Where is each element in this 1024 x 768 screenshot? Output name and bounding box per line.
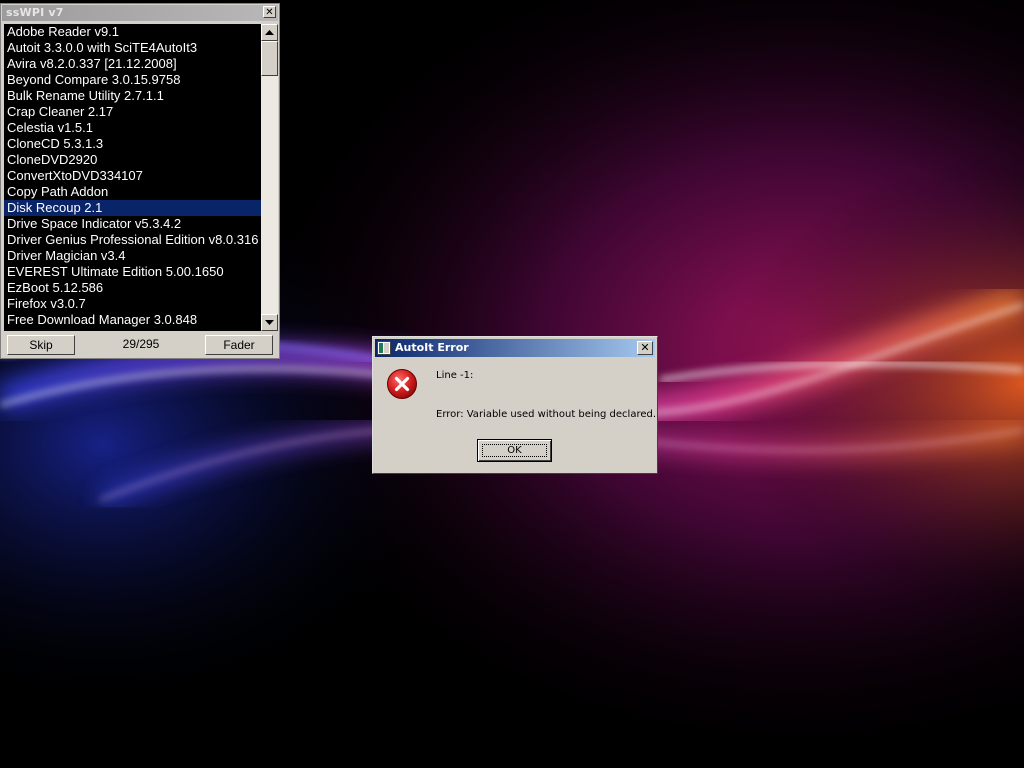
autoit-app-icon: [377, 341, 391, 355]
list-item[interactable]: Driver Genius Professional Edition v8.0.…: [4, 232, 261, 248]
list-item[interactable]: Avira v8.2.0.337 [21.12.2008]: [4, 56, 261, 72]
list-item[interactable]: ConvertXtoDVD334107: [4, 168, 261, 184]
sswpi-window: ssWPI v7 ✕ Adobe Reader v9.1 Autoit 3.3.0…: [0, 3, 280, 359]
error-x-icon: [387, 369, 417, 399]
sswpi-titlebar[interactable]: ssWPI v7 ✕: [2, 5, 278, 21]
dialog-title: AutoIt Error: [395, 341, 469, 354]
close-icon[interactable]: ✕: [637, 341, 653, 355]
error-line-label: Line -1:: [436, 370, 474, 381]
list-item[interactable]: Free Download Manager 3.0.848: [4, 312, 261, 328]
list-item[interactable]: Beyond Compare 3.0.15.9758: [4, 72, 261, 88]
list-scrollbar[interactable]: [261, 24, 278, 331]
close-icon[interactable]: ✕: [263, 6, 276, 18]
window-title: ssWPI v7: [6, 6, 64, 19]
list-item[interactable]: Autoit 3.3.0.0 with SciTE4AutoIt3: [4, 40, 261, 56]
fader-button[interactable]: Fader: [205, 335, 273, 355]
focus-rectangle: [482, 444, 547, 457]
list-item[interactable]: CloneDVD2920: [4, 152, 261, 168]
arrow-down-icon: [265, 320, 274, 325]
skip-button[interactable]: Skip: [7, 335, 75, 355]
dialog-titlebar[interactable]: AutoIt Error ✕: [375, 339, 655, 357]
application-list[interactable]: Adobe Reader v9.1 Autoit 3.3.0.0 with Sci…: [4, 24, 261, 331]
error-message: Error: Variable used without being decla…: [436, 409, 657, 420]
list-item[interactable]: Copy Path Addon: [4, 184, 261, 200]
list-item[interactable]: Celestia v1.5.1: [4, 120, 261, 136]
list-item[interactable]: Drive Space Indicator v5.3.4.2: [4, 216, 261, 232]
list-item[interactable]: Driver Magician v3.4: [4, 248, 261, 264]
list-item[interactable]: EzBoot 5.12.586: [4, 280, 261, 296]
list-item[interactable]: Crap Cleaner 2.17: [4, 104, 261, 120]
scroll-thumb[interactable]: [261, 41, 278, 76]
list-item[interactable]: CloneCD 5.3.1.3: [4, 136, 261, 152]
list-item[interactable]: Adobe Reader v9.1: [4, 24, 261, 40]
list-item[interactable]: Bulk Rename Utility 2.7.1.1: [4, 88, 261, 104]
autoit-error-dialog: AutoIt Error ✕ Line -1: Error: Variable …: [372, 336, 658, 474]
arrow-up-icon: [265, 30, 274, 35]
ok-button[interactable]: OK: [477, 439, 552, 462]
scroll-down-button[interactable]: [261, 314, 278, 331]
list-item[interactable]: Firefox v3.0.7: [4, 296, 261, 312]
scroll-up-button[interactable]: [261, 24, 278, 41]
list-item[interactable]: Disk Recoup 2.1: [4, 200, 261, 216]
desktop: ssWPI v7 ✕ Adobe Reader v9.1 Autoit 3.3.0…: [0, 0, 1024, 768]
list-item[interactable]: EVEREST Ultimate Edition 5.00.1650: [4, 264, 261, 280]
progress-counter: 29/295: [122, 337, 160, 351]
